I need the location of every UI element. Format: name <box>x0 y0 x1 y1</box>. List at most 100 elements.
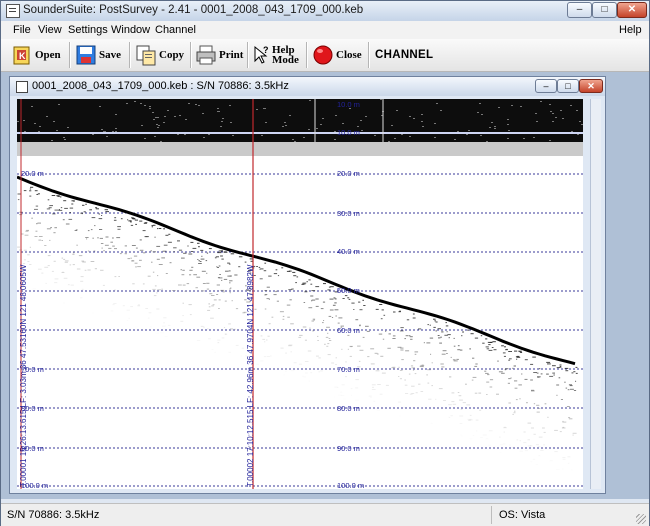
sediment-return <box>537 412 540 413</box>
sediment-return <box>570 389 574 390</box>
sediment-return <box>514 351 517 352</box>
sediment-return <box>239 256 243 257</box>
noise-speck <box>481 114 483 115</box>
sediment-return <box>334 302 336 303</box>
noise-speck <box>520 106 522 107</box>
menu-settings[interactable]: Settings <box>68 24 108 36</box>
sediment-return <box>101 243 104 244</box>
sediment-return <box>61 272 64 273</box>
sediment-return <box>89 209 92 210</box>
vertical-scrollbar[interactable] <box>590 99 601 489</box>
save-button[interactable]: Save <box>75 41 121 69</box>
maximize-button[interactable]: □ <box>592 2 617 18</box>
sediment-return <box>512 447 515 448</box>
sediment-return <box>197 259 198 260</box>
sediment-return <box>318 357 320 358</box>
sediment-return <box>224 251 227 252</box>
menu-help[interactable]: Help <box>619 24 642 36</box>
sediment-return <box>298 337 301 338</box>
sediment-return <box>563 459 566 460</box>
open-button[interactable]: K Open <box>11 41 61 69</box>
sediment-return <box>234 275 237 276</box>
sediment-return <box>18 199 20 200</box>
sediment-return <box>42 213 44 214</box>
document-minimize-button[interactable]: – <box>535 79 557 93</box>
sediment-return <box>44 267 48 268</box>
close-file-button[interactable]: Close <box>312 41 362 69</box>
sediment-return <box>439 388 443 389</box>
sediment-return <box>398 347 402 348</box>
sediment-return <box>350 346 353 347</box>
sediment-return <box>575 381 576 382</box>
sediment-return <box>91 229 93 230</box>
sediment-return <box>65 260 69 261</box>
sediment-return <box>305 340 307 341</box>
sediment-return <box>221 259 223 260</box>
sediment-return <box>406 335 408 336</box>
sediment-return <box>415 351 419 352</box>
sediment-return <box>289 345 293 346</box>
document-title-bar[interactable]: 0001_2008_043_1709_000.keb : S/N 70886: … <box>10 77 605 96</box>
sediment-return <box>381 318 383 319</box>
noise-speck <box>552 113 554 114</box>
sediment-return <box>565 370 568 371</box>
sediment-return <box>473 435 475 436</box>
sediment-return <box>443 400 446 401</box>
noise-speck <box>154 136 156 137</box>
noise-speck <box>491 122 493 123</box>
document-maximize-button[interactable]: □ <box>557 79 579 93</box>
sediment-return <box>473 377 477 378</box>
menu-file[interactable]: File <box>13 24 31 36</box>
sediment-return <box>531 428 534 429</box>
sediment-return <box>64 278 68 279</box>
resize-grip[interactable] <box>636 514 646 524</box>
sediment-return <box>29 264 31 265</box>
menu-channel[interactable]: Channel <box>155 24 196 36</box>
sediment-return <box>528 445 531 446</box>
title-bar[interactable]: SounderSuite: PostSurvey - 2.41 - 0001_2… <box>1 1 649 22</box>
sediment-return <box>400 330 404 331</box>
sediment-return <box>130 221 132 222</box>
sediment-return <box>197 243 200 244</box>
sediment-return <box>280 311 284 312</box>
noise-speck <box>342 123 344 124</box>
echogram-plot[interactable]: 10.0 m 10.0 m 20.0 m 30.0 m 40.0 m 50.0 … <box>17 99 583 489</box>
sediment-return <box>29 190 31 191</box>
sediment-return <box>137 305 140 306</box>
sediment-return <box>447 334 450 335</box>
sediment-return <box>96 208 99 209</box>
print-button[interactable]: Print <box>195 41 243 69</box>
sediment-return <box>559 367 561 368</box>
sediment-return <box>547 363 551 364</box>
sediment-return <box>530 364 533 365</box>
help-mode-button[interactable]: ? Help Mode <box>252 41 299 69</box>
sediment-return <box>225 271 229 272</box>
sediment-return <box>500 444 503 445</box>
sediment-return <box>470 438 473 439</box>
menu-window[interactable]: Window <box>111 24 150 36</box>
sediment-return <box>85 204 87 205</box>
document-close-button[interactable]: ✕ <box>579 79 603 93</box>
sediment-return <box>461 409 463 410</box>
menu-view[interactable]: View <box>38 24 62 36</box>
toolbar-separator <box>247 42 249 68</box>
sediment-return <box>461 335 462 336</box>
minimize-button[interactable]: – <box>567 2 592 18</box>
noise-speck <box>134 101 136 102</box>
sediment-return <box>274 273 277 274</box>
sediment-return <box>415 354 417 355</box>
noise-speck <box>560 110 562 111</box>
sediment-return <box>398 402 401 403</box>
close-window-button[interactable]: ✕ <box>617 2 647 18</box>
noise-speck <box>562 118 564 119</box>
sediment-return <box>451 357 452 358</box>
sediment-return <box>163 322 165 323</box>
copy-button[interactable]: Copy <box>135 41 184 69</box>
sediment-return <box>174 251 175 252</box>
sediment-return <box>80 281 83 282</box>
noise-speck <box>217 108 219 109</box>
channel-button[interactable]: CHANNEL <box>375 49 433 61</box>
sediment-return <box>472 358 474 359</box>
sediment-return <box>413 360 415 361</box>
sediment-return <box>563 427 565 428</box>
